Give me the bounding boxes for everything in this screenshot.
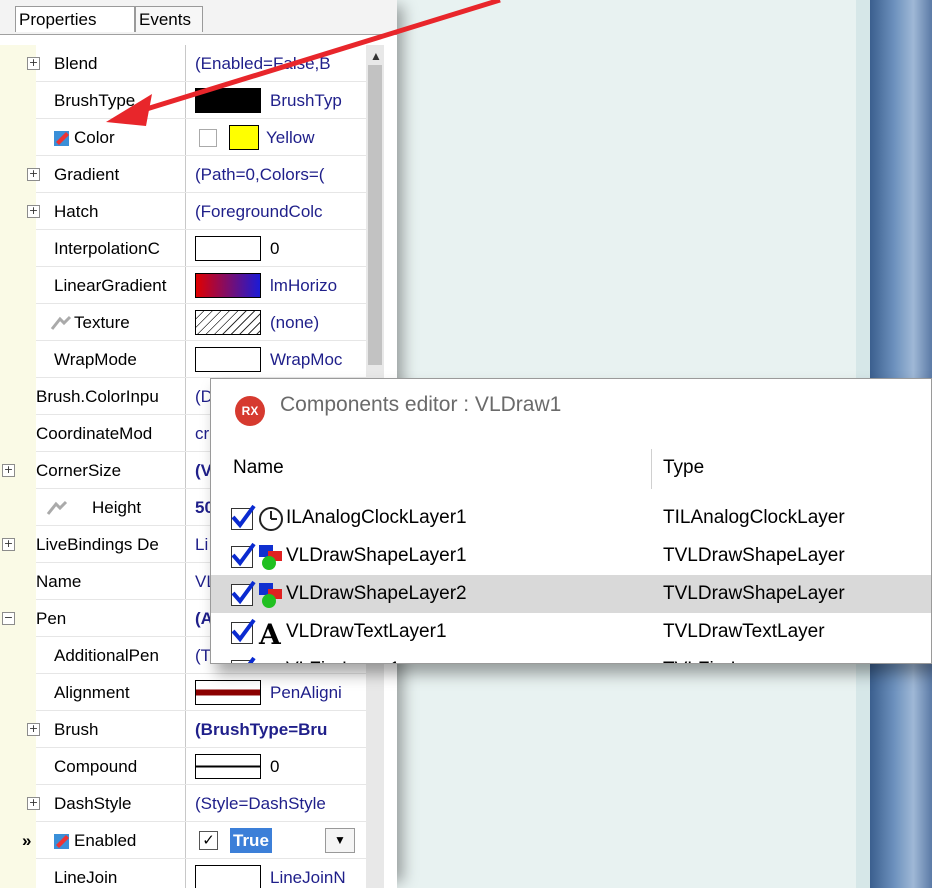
arrow-head (106, 94, 152, 126)
arrow-shaft (139, 0, 501, 114)
annotation-arrow (106, 0, 501, 126)
